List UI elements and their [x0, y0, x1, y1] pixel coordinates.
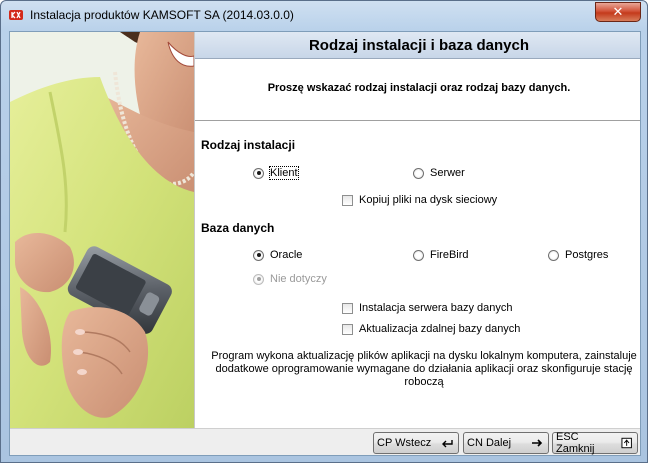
back-button-label: CP Wstecz — [377, 437, 432, 449]
next-arrow-icon — [532, 439, 543, 447]
radio-client[interactable]: Klient — [253, 166, 299, 180]
installer-window: Instalacja produktów KAMSOFT SA (2014.03… — [0, 0, 648, 463]
next-button-label: CN Dalej — [467, 437, 512, 449]
radio-not-applicable: Nie dotyczy — [253, 273, 327, 285]
radio-server[interactable]: Serwer — [413, 167, 465, 179]
radio-oracle-label: Oracle — [270, 249, 303, 261]
radio-server-indicator[interactable] — [413, 167, 424, 179]
copy-to-network-box[interactable] — [342, 194, 353, 206]
db-server-install-label: Instalacja serwera bazy danych — [359, 302, 513, 314]
radio-not-applicable-label: Nie dotyczy — [270, 273, 327, 285]
window-title: Instalacja produktów KAMSOFT SA (2014.03… — [30, 8, 294, 22]
database-label: Baza danych — [201, 221, 275, 235]
close-icon: ✕ — [612, 4, 624, 20]
radio-postgres-indicator[interactable] — [548, 249, 559, 261]
footer-bar: CP Wstecz CN Dalej ESC Zamknij — [10, 428, 640, 455]
radio-firebird-indicator[interactable] — [413, 249, 424, 261]
radio-postgres-label: Postgres — [565, 249, 609, 261]
install-type-label: Rodzaj instalacji — [201, 138, 296, 152]
close-button[interactable]: ESC Zamknij — [552, 431, 638, 455]
page-subtitle: Proszę wskazać rodzaj instalacji oraz ro… — [267, 82, 571, 94]
db-server-install-checkbox[interactable]: Instalacja serwera bazy danych — [342, 302, 512, 314]
radio-firebird[interactable]: FireBird — [413, 249, 469, 261]
header-bar: Rodzaj instalacji i baza danych — [195, 32, 640, 59]
radio-client-label: Klient — [269, 166, 299, 180]
back-arrow-icon — [442, 440, 453, 448]
back-button[interactable]: CP Wstecz — [373, 432, 459, 454]
description-text: Program wykona aktualizację plików aplik… — [211, 350, 637, 388]
remote-db-update-checkbox[interactable]: Aktualizacja zdalnej bazy danych — [342, 323, 520, 335]
radio-client-indicator[interactable] — [253, 167, 264, 179]
close-button-label: ESC Zamknij — [556, 431, 595, 455]
woman-with-pda-illustration — [10, 32, 194, 428]
radio-oracle-indicator[interactable] — [253, 249, 264, 261]
page-title: Rodzaj instalacji i baza danych — [308, 37, 530, 54]
exit-door-icon — [621, 437, 632, 449]
title-bar[interactable]: Instalacja produktów KAMSOFT SA (2014.03… — [1, 1, 647, 31]
wizard-content: Rodzaj instalacji i baza danych Proszę w… — [194, 32, 640, 428]
client-area: Rodzaj instalacji i baza danych Proszę w… — [9, 31, 641, 456]
header-separator — [195, 120, 640, 122]
next-button[interactable]: CN Dalej — [463, 432, 549, 454]
kamsoft-app-icon — [9, 10, 23, 20]
db-server-install-box[interactable] — [342, 302, 353, 314]
photo-graphic — [10, 32, 194, 428]
radio-not-applicable-indicator — [253, 273, 264, 285]
radio-postgres[interactable]: Postgres — [548, 249, 608, 261]
remote-db-update-box[interactable] — [342, 323, 353, 335]
copy-to-network-label: Kopiuj pliki na dysk sieciowy — [359, 194, 498, 206]
radio-server-label: Serwer — [430, 167, 465, 179]
remote-db-update-label: Aktualizacja zdalnej bazy danych — [359, 323, 521, 335]
copy-to-network-checkbox[interactable]: Kopiuj pliki na dysk sieciowy — [342, 194, 497, 206]
radio-firebird-label: FireBird — [430, 249, 469, 261]
radio-oracle[interactable]: Oracle — [253, 249, 302, 261]
window-close-button[interactable]: ✕ — [595, 2, 641, 22]
